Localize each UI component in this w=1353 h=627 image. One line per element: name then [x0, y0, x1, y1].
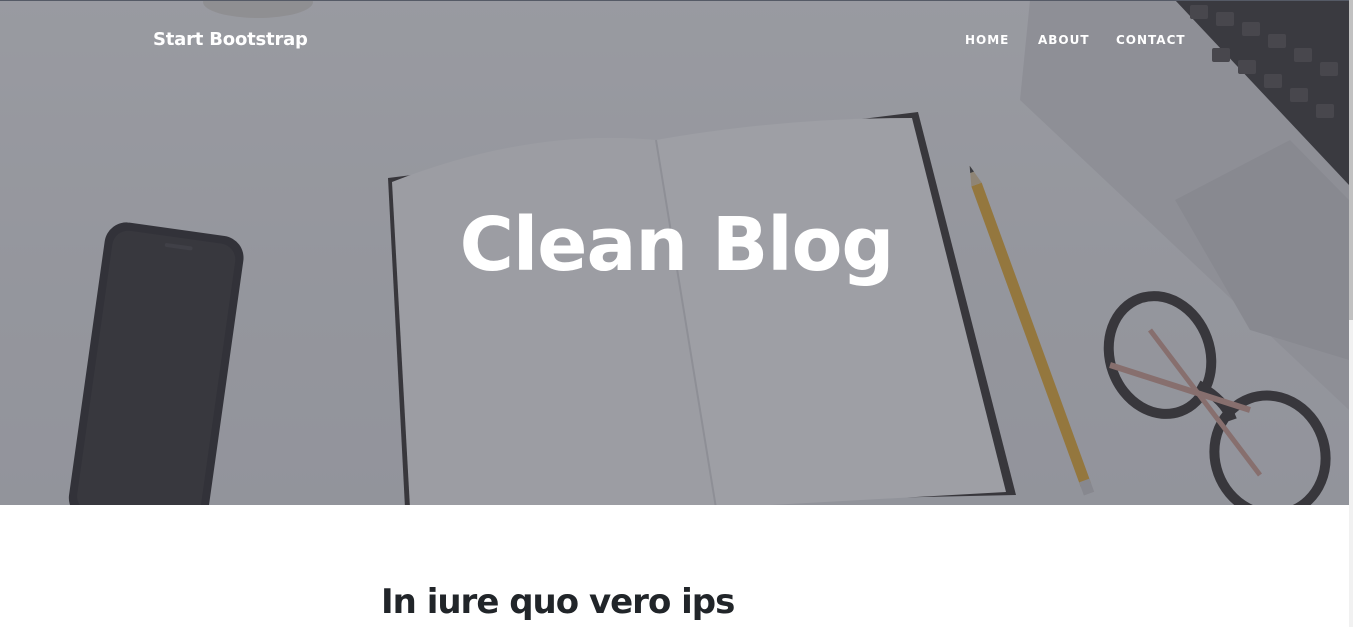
nav-link-home[interactable]: HOME — [965, 33, 1009, 47]
scrollbar[interactable] — [1349, 0, 1353, 627]
nav-link-contact[interactable]: CONTACT — [1116, 33, 1186, 47]
masthead: Start Bootstrap HOME ABOUT CONTACT Clean… — [0, 0, 1349, 505]
top-border — [0, 0, 1349, 1]
nav-link-about[interactable]: ABOUT — [1038, 33, 1090, 47]
post-title-link[interactable]: In iure quo vero ips — [381, 582, 735, 622]
page: Start Bootstrap HOME ABOUT CONTACT Clean… — [0, 0, 1353, 627]
scrollbar-thumb[interactable] — [1349, 0, 1353, 320]
hero-title: Clean Blog — [459, 202, 895, 288]
brand-link[interactable]: Start Bootstrap — [153, 29, 308, 50]
